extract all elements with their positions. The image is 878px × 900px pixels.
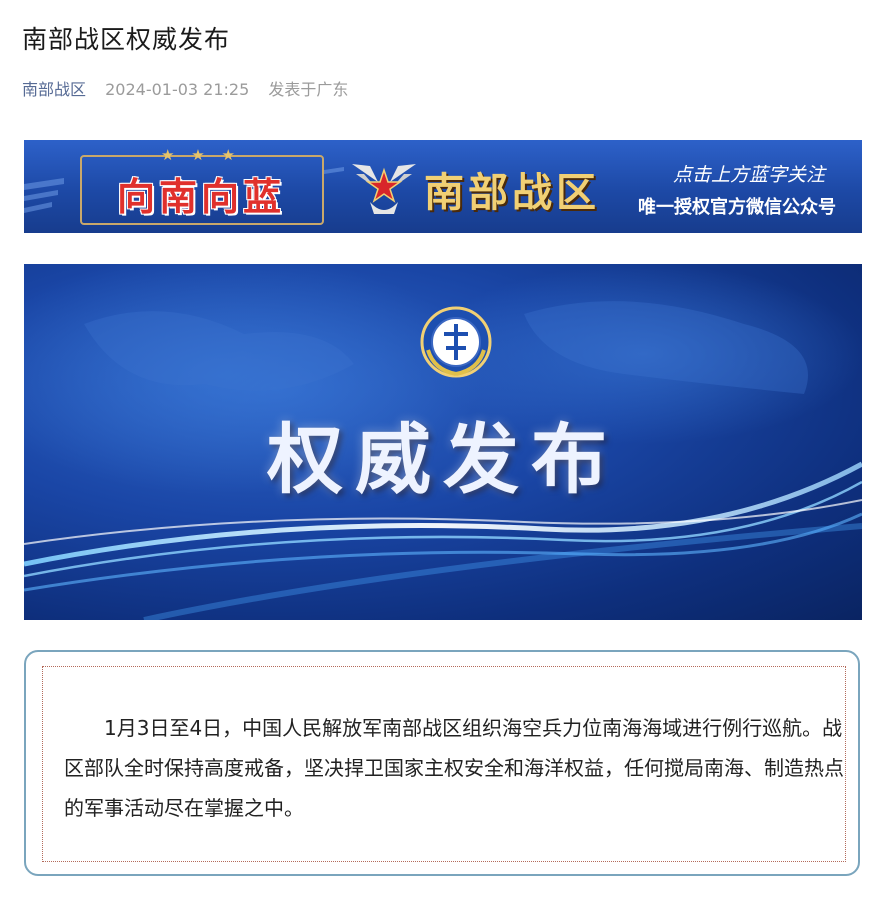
publish-time: 2024-01-03 21:25 [105,80,250,99]
hero-image: 权威发布 [24,264,862,620]
article-title: 南部战区权威发布 [22,25,231,54]
banner-slogan: 向南向蓝 [116,175,285,219]
publish-location: 发表于广东 [268,80,349,99]
follow-banner[interactable]: ★ ★ ★ 向南向蓝 南部战区 点击上方蓝字关注 唯一授权官方微信公众号 [24,140,862,233]
official-account-note: 唯一授权官方微信公众号 [638,197,836,218]
announcement-paragraph: 1月3日至4日，中国人民解放军南部战区组织海空兵力位南海海域进行例行巡航。战区部… [64,716,844,820]
announcement-card: 1月3日至4日，中国人民解放军南部战区组织海空兵力位南海海域进行例行巡航。战区部… [24,650,860,876]
follow-hint: 点击上方蓝字关注 [672,164,825,186]
hero-title: 权威发布 [267,415,619,504]
banner-zone-name: 南部战区 [424,170,600,216]
southern-theater-emblem-icon [420,306,492,378]
account-name-link[interactable]: 南部战区 [22,80,86,99]
stars-decoration: ★ ★ ★ [161,146,241,164]
eagle-emblem-icon [352,164,416,214]
article-meta: 南部战区 2024-01-03 21:25 发表于广东 [22,76,348,100]
